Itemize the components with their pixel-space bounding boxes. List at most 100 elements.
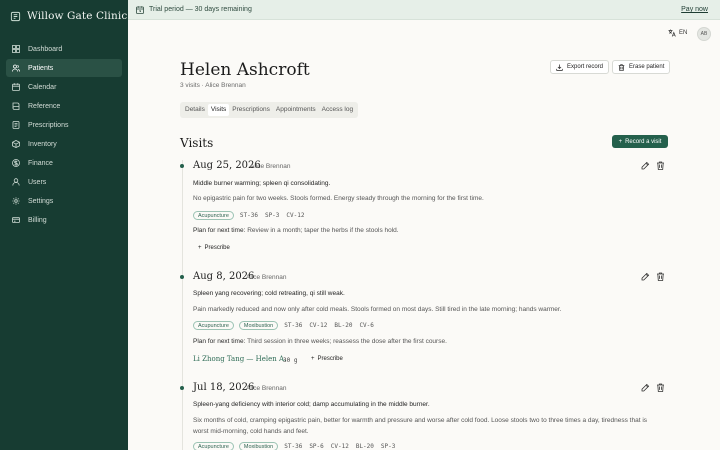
trash-icon[interactable] xyxy=(656,383,665,392)
visit-tags: Acupuncture ST-36 SP-3 CV-12 xyxy=(193,211,305,220)
box-icon xyxy=(12,140,20,148)
acupoint: CV-12 xyxy=(330,443,349,450)
gear-icon xyxy=(12,197,20,205)
visit-card: Aug 25, 2026 Alice Brennan Middle burner… xyxy=(180,160,670,260)
book-icon xyxy=(12,102,20,110)
prescribe-label: Prescribe xyxy=(204,245,230,251)
sidebar-item-label: Reference xyxy=(28,102,61,110)
sidebar: Willow Gate Clinic Dashboard Patients Ca… xyxy=(0,0,128,450)
acupoint: CV-12 xyxy=(309,322,328,329)
visit-practitioner: Alice Brennan xyxy=(246,274,287,281)
plus-icon: + xyxy=(198,245,202,251)
patient-tabs: Details Visits Prescriptions Appointment… xyxy=(180,102,359,118)
tab-appointments[interactable]: Appointments xyxy=(273,104,319,116)
calendar-clock-icon xyxy=(136,5,144,14)
tab-details[interactable]: Details xyxy=(182,104,208,116)
sidebar-item-label: Users xyxy=(28,178,47,186)
trash-icon xyxy=(618,63,625,71)
sidebar-item-label: Billing xyxy=(28,216,47,224)
sidebar-item-label: Patients xyxy=(28,64,54,72)
sidebar-item-dashboard[interactable]: Dashboard xyxy=(6,40,122,58)
language-switcher[interactable]: EN xyxy=(668,29,687,37)
prescribe-label: Prescribe xyxy=(317,356,343,362)
visit-notes-line: worst mid-morning, cold hands and feet. xyxy=(193,427,309,435)
visit-assessment: Spleen yang recovering; cold retreating,… xyxy=(193,290,345,297)
erase-patient-button[interactable]: Erase patient xyxy=(612,60,671,74)
edit-icon[interactable] xyxy=(641,272,650,281)
sidebar-nav: Dashboard Patients Calendar Reference Pr… xyxy=(0,40,128,229)
erase-patient-label: Erase patient xyxy=(629,64,665,70)
tab-prescriptions[interactable]: Prescriptions xyxy=(229,104,273,116)
visit-plan: Plan for next time: Third session in thr… xyxy=(193,338,447,345)
plan-label: Plan for next time: xyxy=(193,338,246,345)
timeline-dot xyxy=(180,386,184,390)
visit-assessment: Spleen-yang deficiency with interior col… xyxy=(193,401,430,408)
trial-banner: Trial period — 30 days remaining Pay now xyxy=(128,0,720,20)
tab-access-log[interactable]: Access log xyxy=(319,104,356,116)
acupoint: ST-36 xyxy=(239,212,258,219)
acupoint: SP-3 xyxy=(264,212,280,219)
sidebar-item-billing[interactable]: Billing xyxy=(6,211,122,229)
prescribe-button[interactable]: + Prescribe xyxy=(311,356,343,362)
sidebar-item-settings[interactable]: Settings xyxy=(6,192,122,210)
users-icon xyxy=(12,64,20,72)
plus-icon: + xyxy=(618,138,623,145)
translate-icon xyxy=(668,29,676,37)
tab-visits[interactable]: Visits xyxy=(207,104,230,116)
sidebar-item-prescriptions[interactable]: Prescriptions xyxy=(6,116,122,134)
sidebar-item-label: Dashboard xyxy=(28,45,63,53)
sidebar-item-calendar[interactable]: Calendar xyxy=(6,78,122,96)
sidebar-item-reference[interactable]: Reference xyxy=(6,97,122,115)
language-label: EN xyxy=(679,30,688,36)
visit-card: Jul 18, 2026 Alice Brennan Spleen-yang d… xyxy=(180,382,670,450)
sidebar-item-label: Finance xyxy=(28,159,53,167)
prescription-link[interactable]: Li Zhong Tang — Helen A. xyxy=(193,355,286,363)
finance-icon xyxy=(12,159,20,167)
plan-text: Third session in three weeks; reassess t… xyxy=(247,338,447,345)
acupoint: ST-36 xyxy=(284,322,303,329)
trash-icon[interactable] xyxy=(656,161,665,170)
prescription-dose: 30 g xyxy=(283,357,298,364)
trash-icon[interactable] xyxy=(656,272,665,281)
brand[interactable]: Willow Gate Clinic xyxy=(0,0,128,32)
dashboard-icon xyxy=(12,45,20,53)
patient-subtitle: 3 visits · Alice Brennan xyxy=(180,82,246,89)
sidebar-item-finance[interactable]: Finance xyxy=(6,154,122,172)
acupoint: SP-3 xyxy=(380,443,396,450)
avatar[interactable]: AB xyxy=(697,27,711,41)
visit-notes: No epigastric pain for two weeks. Stools… xyxy=(193,195,484,202)
plan-label: Plan for next time: xyxy=(193,227,246,234)
modality-tag: Moxibustion xyxy=(238,442,279,450)
edit-icon[interactable] xyxy=(641,383,650,392)
timeline-dot xyxy=(180,164,184,168)
visit-tags: Acupuncture Moxibustion ST-36 SP-6 CV-12… xyxy=(193,442,396,450)
billing-icon xyxy=(12,217,20,223)
visit-practitioner: Alice Brennan xyxy=(246,385,287,392)
acupoint: CV-12 xyxy=(286,212,305,219)
calendar-icon xyxy=(12,83,20,91)
modality-tag: Acupuncture xyxy=(193,321,234,330)
plan-text: Review in a month; taper the herbs if th… xyxy=(247,227,399,234)
sidebar-item-label: Calendar xyxy=(28,83,57,91)
edit-icon[interactable] xyxy=(641,161,650,170)
acupoint: CV-6 xyxy=(359,322,374,329)
export-record-button[interactable]: Export record xyxy=(550,60,610,74)
visit-practitioner: Alice Brennan xyxy=(250,163,291,170)
clinic-logo-icon xyxy=(10,11,21,21)
sidebar-item-inventory[interactable]: Inventory xyxy=(6,135,122,153)
visit-tags: Acupuncture Moxibustion ST-36 CV-12 BL-2… xyxy=(193,321,375,330)
modality-tag: Moxibustion xyxy=(238,321,279,330)
sidebar-item-patients[interactable]: Patients xyxy=(6,59,122,77)
sidebar-item-users[interactable]: Users xyxy=(6,173,122,191)
modality-tag: Acupuncture xyxy=(193,442,234,450)
acupoint: SP-6 xyxy=(309,443,324,450)
acupoint: BL-20 xyxy=(355,443,374,450)
visit-card: Aug 8, 2026 Alice Brennan Spleen yang re… xyxy=(180,271,670,371)
record-visit-button[interactable]: + Record a visit xyxy=(612,135,668,148)
visits-section-title: Visits xyxy=(180,136,214,150)
page-title: Helen Ashcroft xyxy=(180,60,310,80)
prescribe-button[interactable]: + Prescribe xyxy=(198,245,230,251)
pay-now-link[interactable]: Pay now xyxy=(681,6,708,13)
record-visit-label: Record a visit xyxy=(625,138,662,145)
export-record-label: Export record xyxy=(567,64,604,70)
